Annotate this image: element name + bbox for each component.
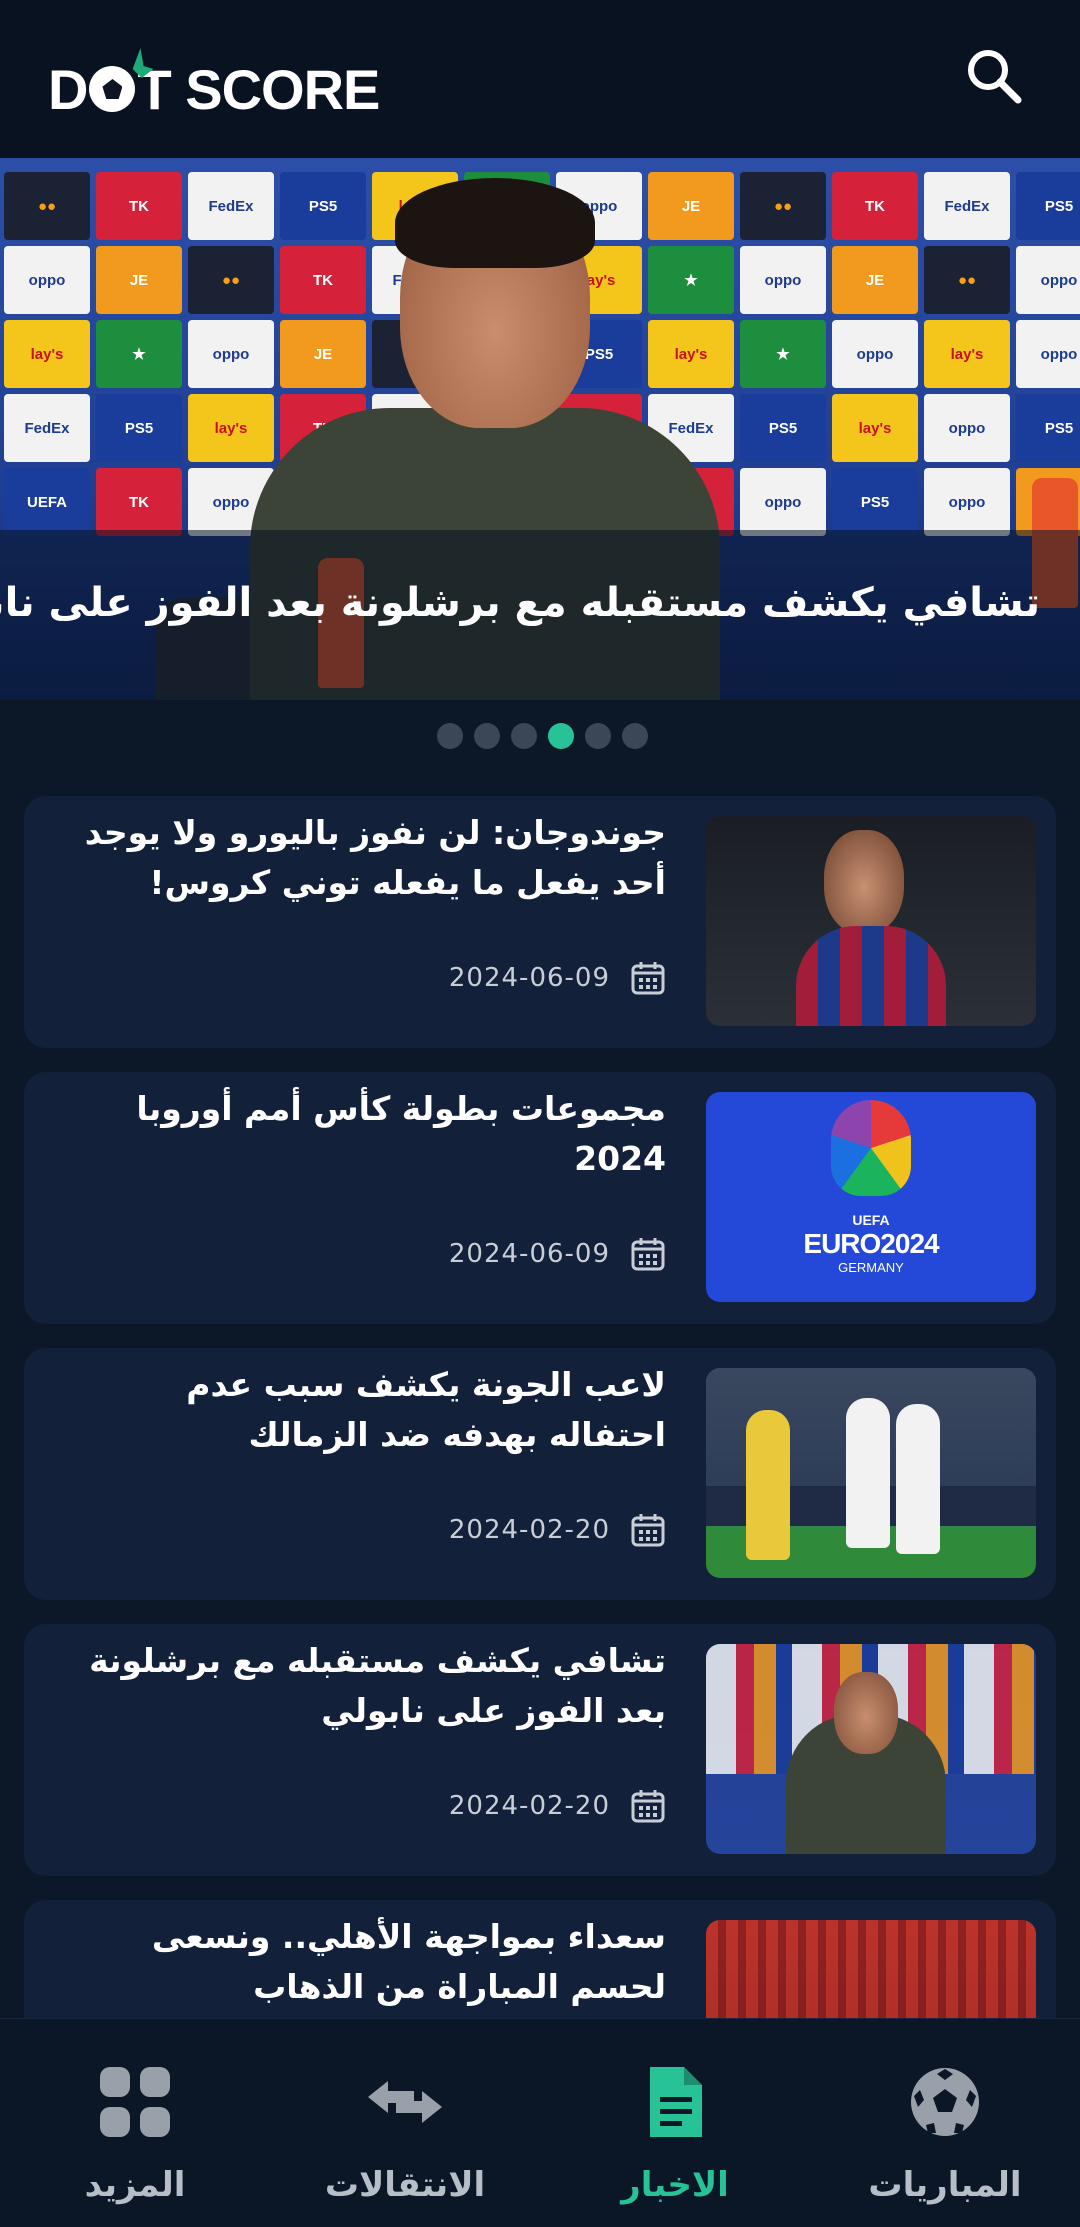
pagination-dot[interactable] (585, 723, 611, 749)
news-thumbnail (706, 1644, 1036, 1854)
nav-label-transfers: الانتقالات (324, 2165, 486, 2205)
nav-matches[interactable]: المباريات (810, 2019, 1080, 2227)
news-title: لاعب الجونة يكشف سبب عدم احتفاله بهدفه ض… (186, 1365, 666, 1454)
news-card[interactable]: UEFA EURO2024 GERMANY مجموعات بطولة كأس … (24, 1072, 1056, 1324)
nav-label-news: الاخبار (621, 2165, 729, 2205)
euro-logo-line1: UEFA (852, 1212, 890, 1228)
news-thumbnail (706, 816, 1036, 1026)
news-card[interactable]: جوندوجان: لن نفوز باليورو ولا يوجد أحد ي… (24, 796, 1056, 1048)
news-title: جوندوجان: لن نفوز باليورو ولا يوجد أحد ي… (84, 813, 666, 902)
app-root: D T SCORE ●●TKFedExPS5lay's★oppoJE●●TKFe… (0, 0, 1080, 2227)
news-date: 2024-02-20 (448, 1515, 610, 1545)
pagination-dot[interactable] (622, 723, 648, 749)
news-meta: 2024-02-20 (449, 1508, 666, 1552)
news-meta: 2024-06-09 (449, 1232, 666, 1276)
euro-logo: UEFA EURO2024 GERMANY (706, 1212, 1036, 1275)
grid-apps-icon (100, 2067, 170, 2137)
news-date: 2024-06-09 (448, 1239, 610, 1269)
soccer-ball-icon (911, 2068, 979, 2136)
pagination-dot[interactable] (437, 723, 463, 749)
news-thumbnail (706, 1368, 1036, 1578)
news-date: 2024-02-20 (448, 1791, 610, 1821)
hero-title[interactable]: تشافي يكشف مستقبله مع برشلونة بعد الفوز … (0, 580, 1040, 626)
calendar-icon (631, 1514, 665, 1547)
news-meta: 2024-06-09 (449, 956, 666, 1000)
news-card[interactable]: لاعب الجونة يكشف سبب عدم احتفاله بهدفه ض… (24, 1348, 1056, 1600)
transfer-arrows-icon (368, 2081, 442, 2123)
document-icon (650, 2067, 702, 2137)
nav-label-more: المزيد (84, 2165, 186, 2205)
news-meta: 2024-02-20 (449, 1784, 666, 1828)
nav-label-matches: المباريات (868, 2165, 1022, 2205)
top-app-bar: D T SCORE (0, 0, 1080, 158)
euro-logo-line3: GERMANY (838, 1260, 904, 1275)
news-thumbnail: UEFA EURO2024 GERMANY (706, 1092, 1036, 1302)
euro-trophy-icon (831, 1100, 911, 1196)
news-title: تشافي يكشف مستقبله مع برشلونة بعد الفوز … (89, 1641, 666, 1730)
bottom-navigation: المزيد الانتقالات الاخبار المباريات (0, 2018, 1080, 2227)
nav-transfers[interactable]: الانتقالات (270, 2019, 540, 2227)
search-icon[interactable] (962, 44, 1026, 108)
news-title: سعداء بمواجهة الأهلي.. ونسعى لحسم المبار… (151, 1917, 666, 2006)
soccer-ball-logo-icon (89, 48, 154, 112)
euro-logo-line2: EURO2024 (803, 1228, 939, 1259)
slider-pagination (437, 723, 648, 749)
logo-text-right: T SCORE (137, 57, 380, 121)
hero-slider[interactable]: ●●TKFedExPS5lay's★oppoJE●●TKFedExPS5 opp… (0, 158, 1080, 700)
news-title: مجموعات بطولة كأس أمم أوروبا 2024 (136, 1089, 666, 1178)
logo-text-left: D (48, 57, 88, 121)
pagination-dot[interactable] (474, 723, 500, 749)
pagination-dot[interactable] (511, 723, 537, 749)
nav-news[interactable]: الاخبار (540, 2019, 810, 2227)
nav-more[interactable]: المزيد (0, 2019, 270, 2227)
pagination-dot-active[interactable] (548, 723, 574, 749)
calendar-icon (631, 962, 665, 995)
dot-score-logo: D T SCORE (48, 48, 380, 121)
news-date: 2024-06-09 (448, 963, 610, 993)
news-card[interactable]: تشافي يكشف مستقبله مع برشلونة بعد الفوز … (24, 1624, 1056, 1876)
calendar-icon (631, 1790, 665, 1823)
calendar-icon (631, 1238, 665, 1271)
